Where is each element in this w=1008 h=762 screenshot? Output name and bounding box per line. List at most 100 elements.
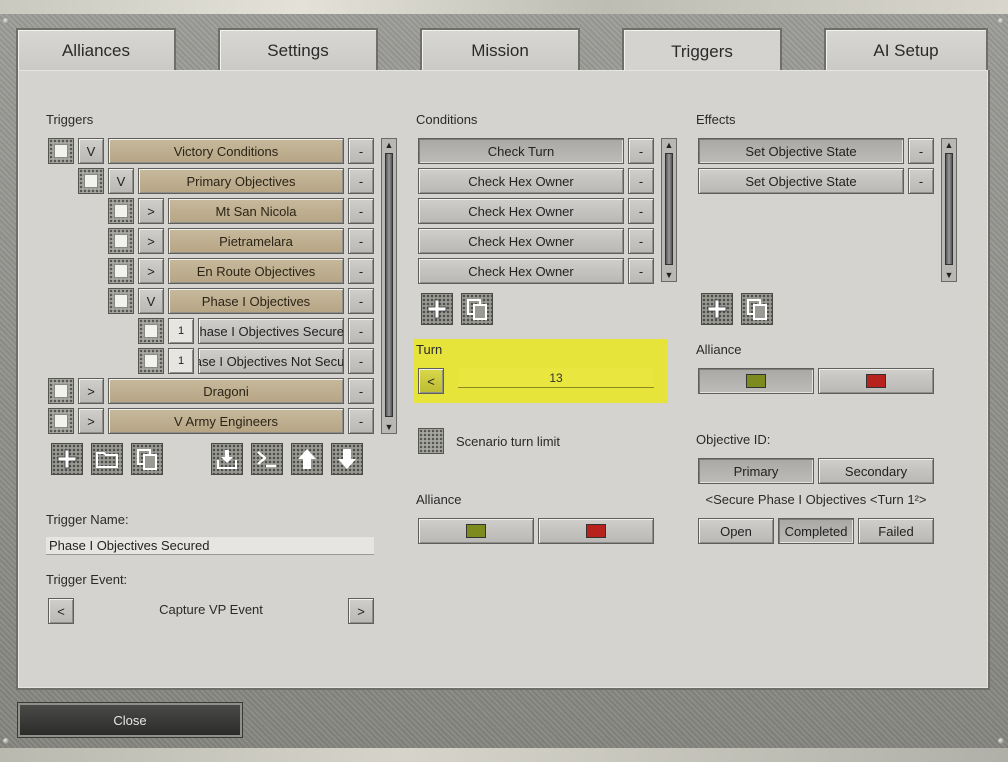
trigger-checkbox[interactable]: [108, 258, 134, 284]
trigger-remove-button[interactable]: -: [348, 138, 374, 164]
trigger-expand-toggle[interactable]: V: [78, 138, 104, 164]
condition-remove-button[interactable]: -: [628, 198, 654, 224]
scroll-up-icon[interactable]: ▲: [662, 139, 676, 151]
trigger-remove-button[interactable]: -: [348, 378, 374, 404]
scroll-up-icon[interactable]: ▲: [382, 139, 396, 151]
trigger-remove-button[interactable]: -: [348, 168, 374, 194]
objective-state-completed-button[interactable]: Completed: [778, 518, 854, 544]
effect-alliance-axis-button[interactable]: [818, 368, 934, 394]
scroll-up-icon[interactable]: ▲: [942, 139, 956, 151]
trigger-event-prev-button[interactable]: <: [48, 598, 74, 624]
tab-triggers[interactable]: Triggers: [622, 28, 782, 74]
scroll-thumb[interactable]: [665, 153, 673, 265]
effect-alliance-allied-button[interactable]: [698, 368, 814, 394]
trigger-list-scrollbar[interactable]: ▲ ▼: [381, 138, 397, 434]
trigger-item[interactable]: V Army Engineers: [108, 408, 344, 434]
condition-alliance-allied-button[interactable]: [418, 518, 534, 544]
tab-mission[interactable]: Mission: [420, 28, 580, 72]
trigger-item[interactable]: Phase I Objectives: [168, 288, 344, 314]
scroll-thumb[interactable]: [945, 153, 953, 265]
copy-condition-button[interactable]: [461, 293, 493, 325]
scroll-down-icon[interactable]: ▼: [942, 269, 956, 281]
effect-remove-button[interactable]: -: [908, 138, 934, 164]
turn-label: Turn: [416, 342, 443, 357]
scenario-turn-limit-checkbox[interactable]: [418, 428, 444, 454]
condition-alliance-axis-button[interactable]: [538, 518, 654, 544]
trigger-name-input[interactable]: Phase I Objectives Secured: [46, 537, 374, 555]
turn-value-input[interactable]: 13: [458, 368, 654, 388]
import-trigger-button[interactable]: [211, 443, 243, 475]
trigger-remove-button[interactable]: -: [348, 348, 374, 374]
trigger-item[interactable]: Phase I Objectives Not Secured: [198, 348, 344, 374]
objective-state-open-button[interactable]: Open: [698, 518, 774, 544]
copy-effect-button[interactable]: [741, 293, 773, 325]
condition-item-selected[interactable]: Check Turn: [418, 138, 624, 164]
objective-selector[interactable]: <Secure Phase I Objectives <Turn 1²>: [700, 492, 932, 507]
add-effect-button[interactable]: [701, 293, 733, 325]
trigger-remove-button[interactable]: -: [348, 228, 374, 254]
condition-remove-button[interactable]: -: [628, 168, 654, 194]
trigger-checkbox[interactable]: [108, 288, 134, 314]
turn-prev-button[interactable]: <: [418, 368, 444, 394]
scroll-down-icon[interactable]: ▼: [382, 421, 396, 433]
tab-ai-setup[interactable]: AI Setup: [824, 28, 988, 72]
effect-item[interactable]: Set Objective State: [698, 168, 904, 194]
trigger-remove-button[interactable]: -: [348, 288, 374, 314]
copy-trigger-button[interactable]: [131, 443, 163, 475]
trigger-checkbox[interactable]: [48, 138, 74, 164]
trigger-checkbox[interactable]: [138, 318, 164, 344]
trigger-expand-toggle[interactable]: V: [138, 288, 164, 314]
condition-item[interactable]: Check Hex Owner: [418, 198, 624, 224]
trigger-expand-toggle[interactable]: V: [108, 168, 134, 194]
condition-remove-button[interactable]: -: [628, 138, 654, 164]
trigger-item[interactable]: Victory Conditions: [108, 138, 344, 164]
trigger-checkbox[interactable]: [108, 198, 134, 224]
trigger-checkbox[interactable]: [78, 168, 104, 194]
objective-secondary-button[interactable]: Secondary: [818, 458, 934, 484]
trigger-item[interactable]: Pietramelara: [168, 228, 344, 254]
move-up-button[interactable]: [291, 443, 323, 475]
move-down-button[interactable]: [331, 443, 363, 475]
trigger-checkbox[interactable]: [138, 348, 164, 374]
condition-item[interactable]: Check Hex Owner: [418, 168, 624, 194]
effect-list-scrollbar[interactable]: ▲ ▼: [941, 138, 957, 282]
condition-item[interactable]: Check Hex Owner: [418, 228, 624, 254]
add-condition-button[interactable]: [421, 293, 453, 325]
trigger-item[interactable]: En Route Objectives: [168, 258, 344, 284]
tab-settings[interactable]: Settings: [218, 28, 378, 72]
condition-remove-button[interactable]: -: [628, 228, 654, 254]
scroll-down-icon[interactable]: ▼: [662, 269, 676, 281]
condition-list-scrollbar[interactable]: ▲ ▼: [661, 138, 677, 282]
trigger-item-selected[interactable]: Phase I Objectives Secured: [198, 318, 344, 344]
console-button[interactable]: [251, 443, 283, 475]
trigger-expand-toggle[interactable]: >: [78, 408, 104, 434]
trigger-remove-button[interactable]: -: [348, 198, 374, 224]
trigger-expand-toggle[interactable]: >: [138, 198, 164, 224]
trigger-remove-button[interactable]: -: [348, 258, 374, 284]
trigger-item[interactable]: Dragoni: [108, 378, 344, 404]
objective-state-failed-button[interactable]: Failed: [858, 518, 934, 544]
trigger-expand-toggle[interactable]: >: [138, 228, 164, 254]
copy-icon: [747, 299, 767, 320]
trigger-checkbox[interactable]: [48, 408, 74, 434]
trigger-checkbox[interactable]: [48, 378, 74, 404]
condition-remove-button[interactable]: -: [628, 258, 654, 284]
trigger-item[interactable]: Mt San Nicola: [168, 198, 344, 224]
add-trigger-button[interactable]: [51, 443, 83, 475]
effect-remove-button[interactable]: -: [908, 168, 934, 194]
objective-primary-button[interactable]: Primary: [698, 458, 814, 484]
tab-alliances[interactable]: Alliances: [16, 28, 176, 72]
trigger-expand-toggle[interactable]: >: [138, 258, 164, 284]
trigger-expand-toggle[interactable]: >: [78, 378, 104, 404]
condition-item[interactable]: Check Hex Owner: [418, 258, 624, 284]
trigger-item[interactable]: Primary Objectives: [138, 168, 344, 194]
add-folder-button[interactable]: [91, 443, 123, 475]
scroll-thumb[interactable]: [385, 153, 393, 417]
effect-item-selected[interactable]: Set Objective State: [698, 138, 904, 164]
plus-icon: [707, 299, 727, 319]
trigger-checkbox[interactable]: [108, 228, 134, 254]
trigger-event-next-button[interactable]: >: [348, 598, 374, 624]
trigger-remove-button[interactable]: -: [348, 318, 374, 344]
close-button[interactable]: Close: [18, 703, 242, 737]
trigger-remove-button[interactable]: -: [348, 408, 374, 434]
